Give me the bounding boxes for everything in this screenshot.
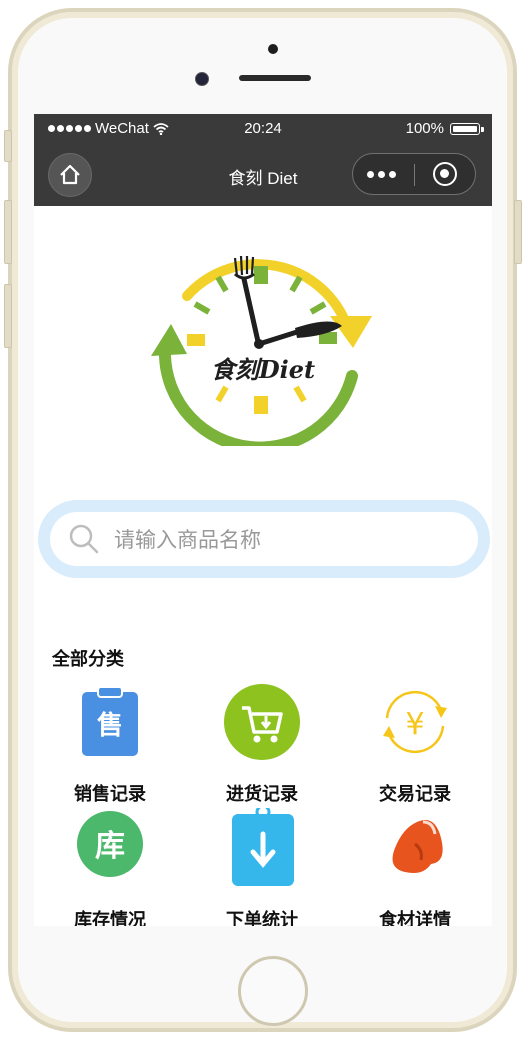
earpiece-speaker — [239, 75, 311, 81]
home-button[interactable] — [238, 956, 308, 1026]
power-button — [514, 200, 522, 264]
svg-text:售: 售 — [97, 710, 123, 741]
category-transaction-records[interactable]: ¥ 交易记录 — [350, 682, 480, 806]
close-miniprogram-button[interactable] — [433, 162, 457, 186]
volume-down-button — [4, 284, 12, 348]
front-camera — [195, 72, 209, 86]
category-sales-records[interactable]: 售 销售记录 — [45, 682, 175, 806]
svg-text:库: 库 — [95, 829, 125, 864]
search-placeholder: 请输入商品名称 — [114, 528, 261, 552]
ingredient-bean-icon — [375, 808, 455, 888]
battery-icon — [450, 122, 484, 135]
categories-title: 全部分类 — [52, 649, 124, 670]
category-label: 交易记录 — [379, 784, 451, 805]
capsule-divider — [414, 164, 415, 186]
category-inventory-status[interactable]: 库 库存情况 — [45, 808, 175, 926]
order-download-icon — [222, 804, 302, 888]
inventory-icon: 库 — [70, 808, 150, 888]
miniprogram-capsule — [352, 153, 476, 195]
search-icon — [69, 524, 99, 554]
purchase-cart-icon — [222, 682, 302, 762]
category-ingredient-details[interactable]: 食材详情 — [350, 808, 480, 926]
app-logo: 食刻Diet — [151, 255, 372, 446]
logo-text: 食刻Diet — [211, 355, 315, 384]
category-label: 食材详情 — [379, 910, 451, 926]
category-purchase-records[interactable]: 进货记录 — [197, 682, 327, 806]
more-button[interactable] — [367, 166, 396, 178]
more-dots-icon — [367, 171, 374, 178]
app-screen: WeChat 20:24 100% 食刻 Diet 食刻Diet 请输入商品名称… — [34, 114, 492, 926]
mute-switch — [4, 130, 12, 162]
category-label: 库存情况 — [74, 910, 146, 926]
proximity-sensor — [268, 44, 278, 54]
nav-bar: 食刻 Diet — [34, 144, 492, 206]
category-label: 销售记录 — [74, 784, 146, 805]
search-bar: 请输入商品名称 — [38, 500, 490, 578]
battery-status: 100% — [405, 120, 484, 137]
category-label: 下单统计 — [226, 910, 298, 926]
battery-percent: 100% — [405, 120, 444, 137]
search-input[interactable]: 请输入商品名称 — [50, 512, 478, 566]
svg-text:¥: ¥ — [405, 707, 424, 742]
category-order-statistics[interactable]: 下单统计 — [197, 804, 327, 926]
yuan-exchange-icon: ¥ — [375, 682, 455, 762]
sales-clipboard-icon: 售 — [70, 682, 150, 762]
category-label: 进货记录 — [226, 784, 298, 805]
volume-up-button — [4, 200, 12, 264]
status-bar: WeChat 20:24 100% — [34, 114, 492, 144]
